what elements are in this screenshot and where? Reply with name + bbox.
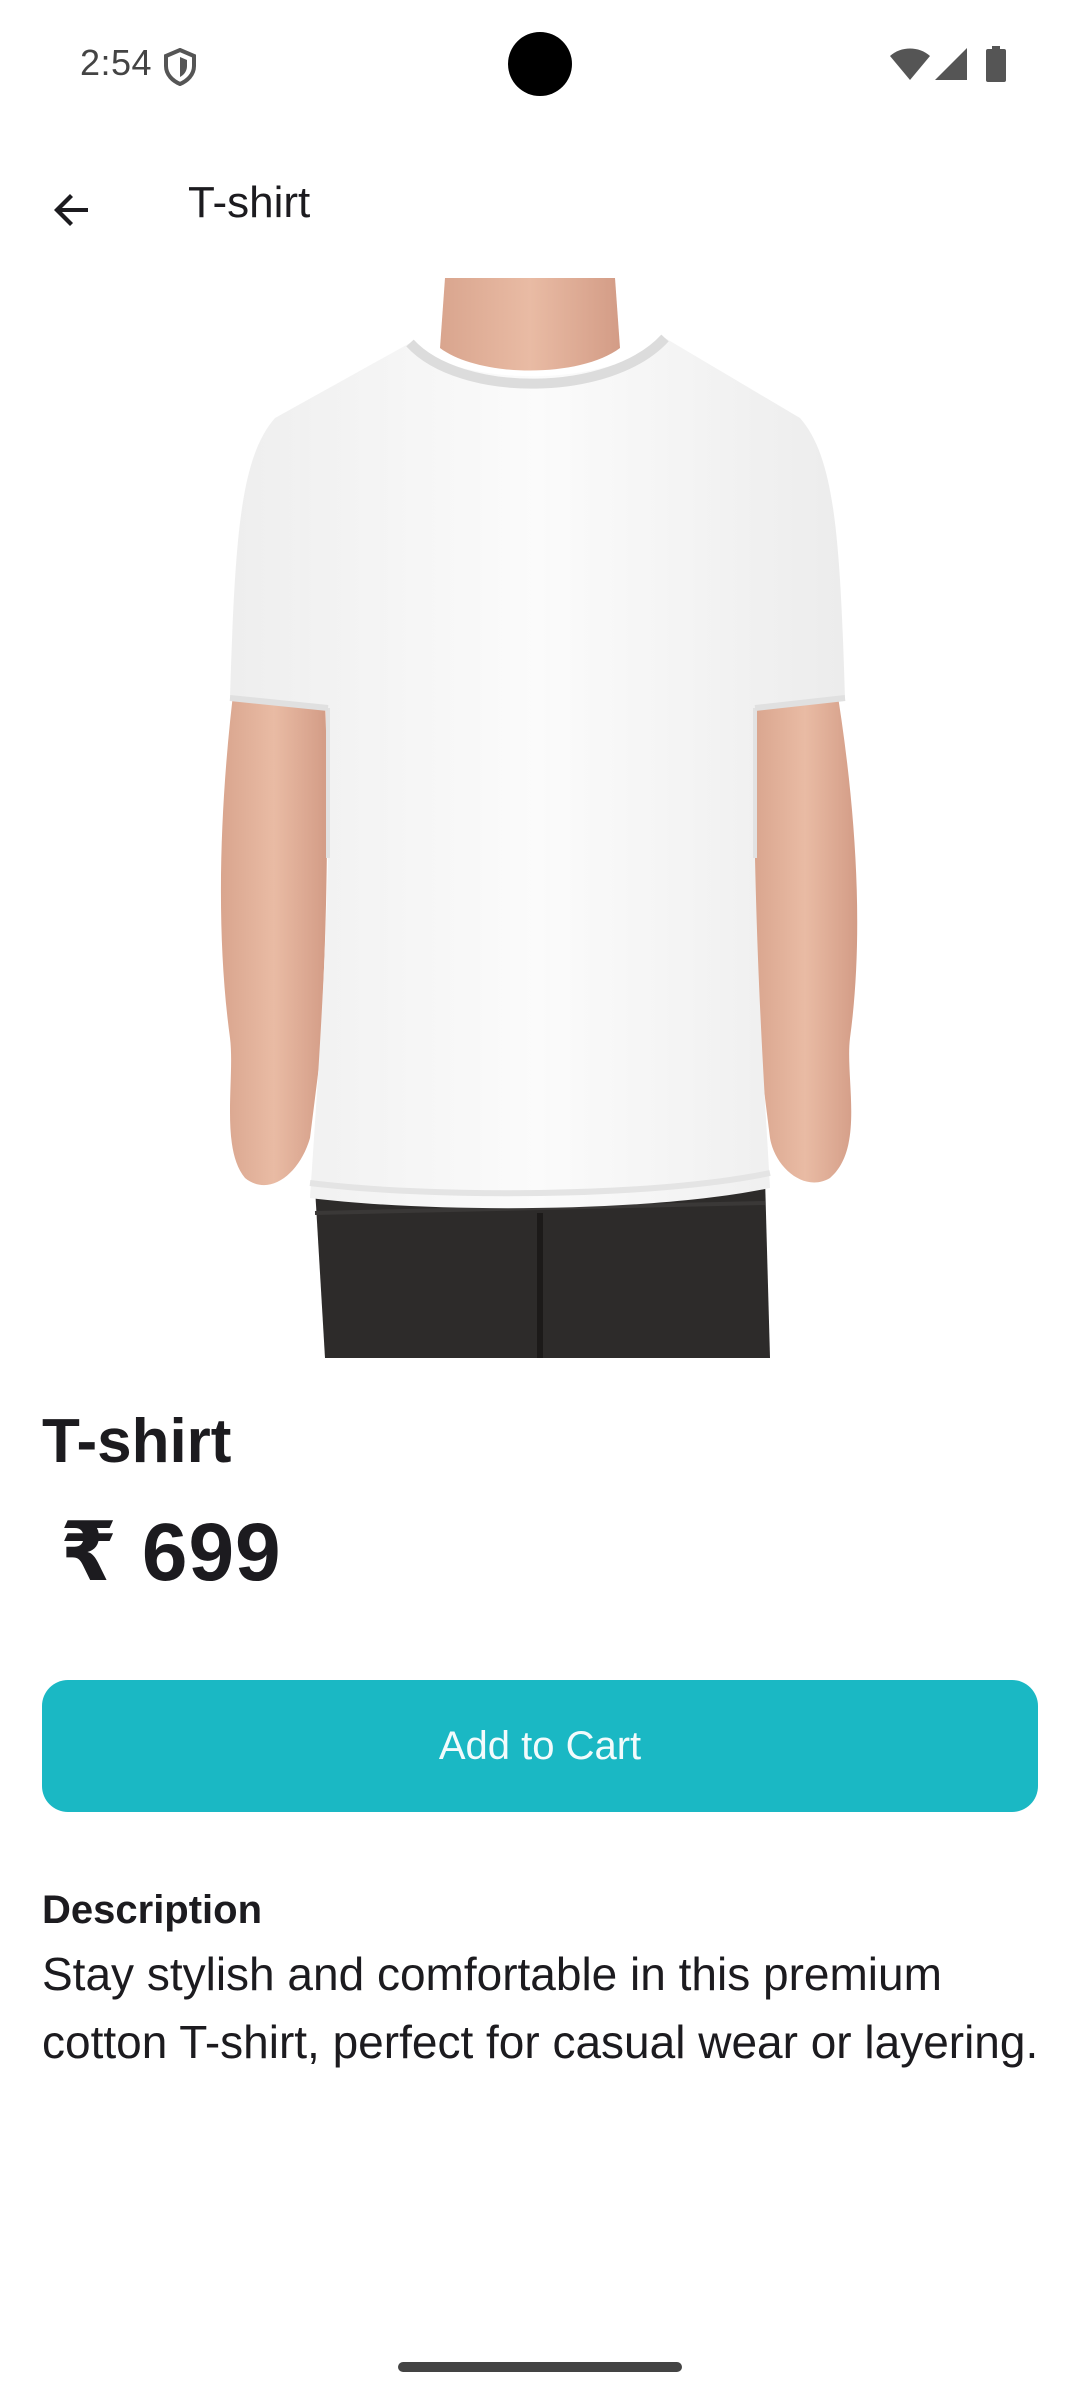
description-text: Stay stylish and comfortable in this pre…: [42, 1948, 1039, 2068]
page-title: T-shirt: [188, 178, 311, 227]
shield-icon: [164, 48, 196, 86]
home-indicator[interactable]: [398, 2362, 682, 2372]
product-name: T-shirt: [42, 1407, 232, 1476]
add-to-cart-button[interactable]: Add to Cart: [42, 1680, 1038, 1812]
product-price: ₹ 699: [60, 1507, 282, 1598]
app-bar: T-shirt: [0, 132, 1080, 280]
front-camera: [508, 32, 572, 96]
back-button[interactable]: [32, 170, 112, 250]
wifi-icon: [890, 48, 930, 80]
battery-icon: [986, 46, 1006, 82]
status-time: 2:54: [80, 42, 153, 83]
product-image: [210, 278, 870, 1358]
arrow-back-icon: [54, 194, 88, 226]
signal-icon: [935, 48, 967, 80]
description-heading: Description: [42, 1888, 263, 1932]
status-bar: 2:54: [0, 0, 1080, 132]
